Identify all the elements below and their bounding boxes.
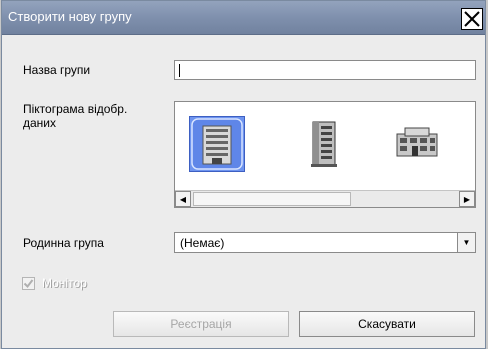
monitor-label: Монітор — [42, 276, 87, 290]
register-button[interactable]: Реєстрація — [113, 311, 289, 337]
close-button[interactable] — [461, 8, 483, 30]
icon-option-3[interactable] — [389, 116, 445, 172]
group-name-input[interactable] — [174, 60, 476, 80]
arrow-right-icon: ▶ — [463, 194, 471, 204]
arrow-left-icon: ◀ — [179, 194, 187, 204]
parent-group-label: Родинна група — [23, 236, 104, 250]
parent-group-select[interactable]: (Немає) ▼ — [174, 232, 476, 253]
text-caret — [179, 64, 180, 77]
icon-list-scrollbar[interactable]: ◀ ▶ — [175, 190, 475, 207]
cancel-button[interactable]: Скасувати — [299, 311, 475, 337]
icon-option-1[interactable] — [189, 116, 245, 172]
close-icon — [464, 11, 480, 27]
building-low-gray-icon — [396, 127, 438, 157]
group-name-label: Назва групи — [23, 63, 91, 77]
monitor-checkbox[interactable] — [22, 277, 35, 290]
scroll-left-button[interactable]: ◀ — [175, 191, 191, 207]
icon-picker-label-line2: даних — [23, 116, 57, 130]
icon-picker-list[interactable]: ◀ ▶ — [174, 101, 476, 208]
scroll-right-button[interactable]: ▶ — [459, 191, 475, 207]
parent-group-value: (Немає) — [180, 236, 225, 250]
icon-picker-label-line1: Піктограма відобр. — [23, 102, 128, 116]
chevron-down-icon: ▼ — [462, 238, 471, 247]
icon-option-2[interactable] — [295, 116, 351, 172]
checkmark-icon — [23, 279, 34, 289]
title-bar[interactable]: Створити нову групу — [2, 1, 485, 35]
building-tall-blue-icon — [191, 118, 243, 170]
scrollbar-thumb[interactable] — [193, 192, 351, 206]
dropdown-button[interactable]: ▼ — [457, 233, 475, 252]
create-group-dialog: Створити нову групу Назва групи Піктогра… — [1, 0, 486, 349]
dialog-title: Створити нову групу — [8, 9, 132, 24]
building-tower-gray-icon — [311, 121, 337, 167]
